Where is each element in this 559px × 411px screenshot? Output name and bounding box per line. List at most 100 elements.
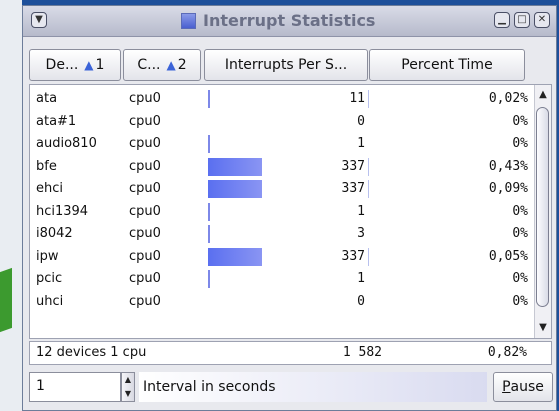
percent-time: 0,43%: [488, 158, 528, 174]
column-header-label: De...: [45, 57, 79, 73]
device-name: hci1394: [36, 203, 89, 219]
device-name: ehci: [36, 181, 63, 196]
maximize-icon: □: [517, 14, 527, 25]
table-row[interactable]: i8042 cpu0 3 0%: [30, 223, 534, 245]
interrupt-bar-tick: [208, 270, 210, 288]
table-row[interactable]: hci1394 cpu0 1 0%: [30, 201, 534, 223]
table-row[interactable]: ehci cpu0 337 0,09%: [30, 178, 534, 200]
cpu-name: cpu0: [129, 203, 161, 219]
percent-bar-tick: [368, 90, 369, 108]
interrupt-count: 337: [341, 181, 365, 196]
table-row[interactable]: audio810 cpu0 1 0%: [30, 133, 534, 155]
percent-bar-tick: [368, 157, 369, 176]
percent-bar-tick: [368, 180, 369, 198]
interrupt-count: 337: [341, 248, 365, 264]
sort-order: 1: [95, 57, 105, 73]
percent-bar-tick: [368, 247, 369, 266]
window-menu-button[interactable]: ▼: [31, 12, 47, 28]
percent-time: 0%: [512, 293, 528, 309]
interval-input[interactable]: 1: [29, 372, 121, 402]
cpu-name: cpu0: [129, 158, 161, 174]
column-header-label: Percent Time: [401, 57, 493, 73]
device-name: uhci: [36, 293, 64, 309]
cpu-name: cpu0: [129, 91, 161, 106]
cpu-name: cpu0: [129, 271, 161, 286]
stepper-down-icon[interactable]: ▼: [122, 387, 134, 401]
percent-time: 0,02%: [488, 91, 528, 106]
table-row[interactable]: ata#1 cpu0 0 0%: [30, 111, 534, 133]
column-header-label: Interrupts Per S...: [224, 57, 348, 73]
column-header-interrupts[interactable]: Interrupts Per S...: [204, 49, 368, 81]
table-row[interactable]: ipw cpu0 337 0,05%: [30, 246, 534, 268]
arrow-down-icon[interactable]: ▼: [535, 320, 551, 336]
table-row[interactable]: ata cpu0 11 0,02%: [30, 88, 534, 110]
arrow-up-icon[interactable]: ▲: [535, 87, 551, 103]
interrupt-bar-fill: [208, 247, 262, 266]
pause-mnemonic: P: [502, 379, 511, 395]
sort-ascending-icon: ▲: [166, 58, 176, 72]
percent-time: 0%: [512, 271, 528, 286]
sort-order: 2: [177, 57, 187, 73]
interrupt-bar-tick: [208, 90, 210, 108]
column-header-device[interactable]: De... ▲ 1: [29, 49, 121, 81]
interrupt-count: 1: [357, 271, 365, 286]
interrupt-statistics-window: ▼ Interrupt Statistics ▁ □ ✕ De... ▲ 1 C.…: [22, 5, 557, 411]
interval-label: Interval in seconds: [139, 372, 487, 402]
maximize-button[interactable]: □: [514, 12, 530, 28]
chevron-down-icon: ▼: [35, 14, 43, 25]
summary-row: 12 devices 1 cpu 1 582 0,82%: [29, 341, 552, 365]
interrupt-count: 0: [357, 113, 365, 129]
window-title: Interrupt Statistics: [203, 11, 376, 30]
column-header-percent-time[interactable]: Percent Time: [369, 49, 525, 81]
table-row[interactable]: uhci cpu0 0 0%: [30, 291, 534, 313]
interrupt-count: 11: [349, 91, 365, 106]
close-icon: ✕: [537, 14, 547, 25]
column-header-cpu[interactable]: C... ▲ 2: [123, 49, 201, 81]
minimize-button[interactable]: ▁: [494, 12, 510, 28]
percent-time: 0%: [512, 203, 528, 219]
percent-time: 0%: [512, 113, 528, 129]
device-name: ipw: [36, 248, 59, 264]
pause-button[interactable]: Pause: [493, 372, 553, 402]
cpu-name: cpu0: [129, 113, 161, 129]
interrupt-bar-fill: [208, 180, 262, 198]
interrupt-list[interactable]: ▲ ▼ ata cpu0 11 0,02% ata#1 cpu0 0 0% audio810 cp…: [29, 84, 552, 339]
table-row[interactable]: pcic cpu0 1 0%: [30, 268, 534, 290]
table-row[interactable]: bfe cpu0 337 0,43%: [30, 156, 534, 178]
vertical-scrollbar[interactable]: ▲ ▼: [534, 85, 551, 338]
device-name: audio810: [36, 136, 97, 151]
percent-time: 0%: [512, 226, 528, 241]
device-name: bfe: [36, 158, 57, 174]
interrupt-bar-tick: [208, 225, 210, 243]
interrupt-count: 3: [357, 226, 365, 241]
summary-total-interrupts: 1 582: [342, 345, 382, 360]
interrupt-bar-fill: [208, 157, 262, 176]
percent-time: 0,09%: [488, 181, 528, 196]
device-name: i8042: [36, 226, 73, 241]
stepper-up-icon[interactable]: ▲: [122, 373, 134, 387]
cpu-name: cpu0: [129, 293, 161, 309]
interrupt-count: 337: [341, 158, 365, 174]
interrupt-bar-tick: [208, 135, 210, 153]
cpu-name: cpu0: [129, 181, 161, 196]
cpu-name: cpu0: [129, 226, 161, 241]
app-icon: [181, 13, 196, 29]
percent-time: 0%: [512, 136, 528, 151]
device-name: ata#1: [36, 113, 77, 129]
summary-devices: 12 devices 1 cpu: [36, 345, 147, 360]
desktop-decoration: [0, 267, 12, 333]
column-header-label: C...: [137, 57, 161, 73]
close-button[interactable]: ✕: [534, 12, 550, 28]
title-bar[interactable]: ▼ Interrupt Statistics ▁ □ ✕: [23, 6, 556, 37]
cpu-name: cpu0: [129, 248, 161, 264]
interrupt-count: 1: [357, 136, 365, 151]
device-name: ata: [36, 91, 58, 106]
cpu-name: cpu0: [129, 136, 161, 151]
device-name: pcic: [36, 271, 63, 286]
scrollbar-thumb[interactable]: [536, 107, 549, 307]
interrupt-count: 0: [357, 293, 365, 309]
minimize-icon: ▁: [498, 14, 506, 25]
pause-label: ause: [510, 379, 544, 395]
interrupt-count: 1: [357, 203, 365, 219]
interval-stepper[interactable]: ▲ ▼: [121, 372, 135, 402]
